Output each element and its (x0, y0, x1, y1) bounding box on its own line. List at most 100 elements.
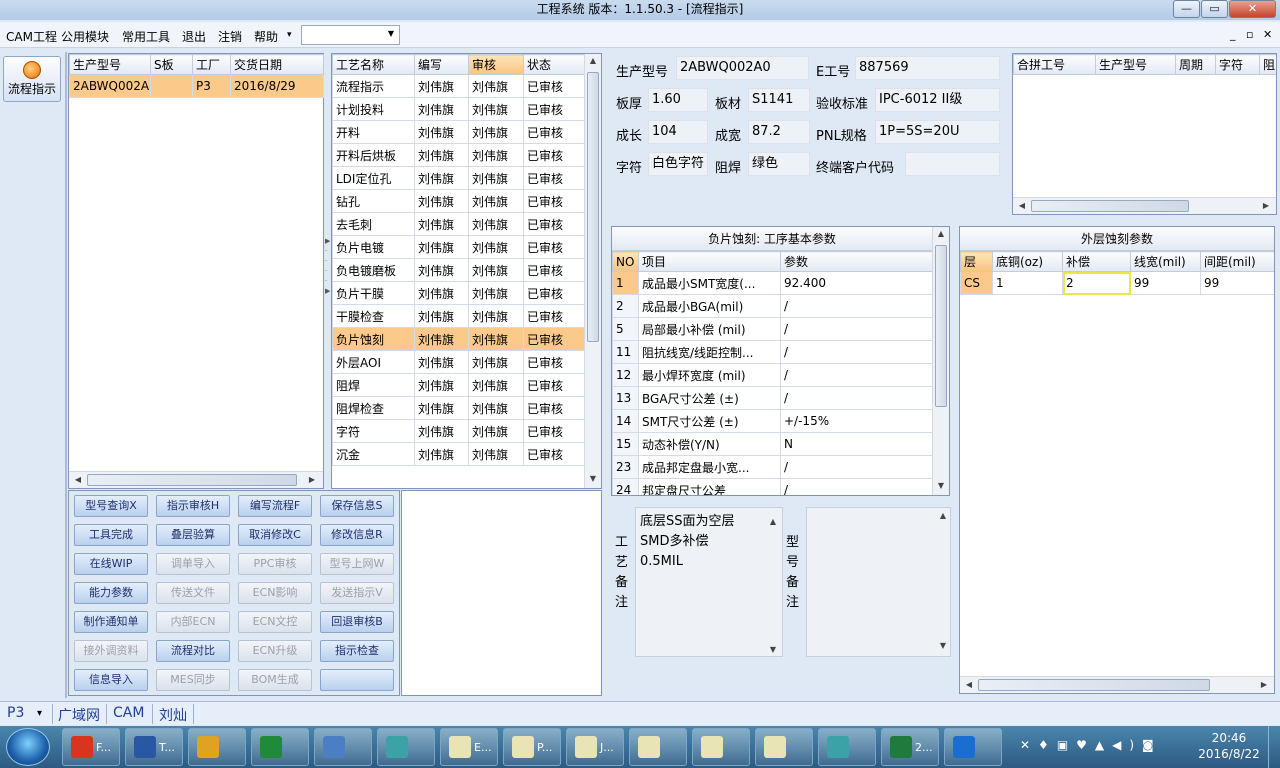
scroll-thumb[interactable] (978, 679, 1210, 691)
cell-writer[interactable]: 刘伟旗 (414, 281, 469, 305)
cell-item[interactable]: 成品邦定盘最小宽... (638, 455, 781, 479)
col-legend[interactable]: 字符 (1215, 54, 1260, 75)
cell-part-no[interactable]: 2ABWQ002A0 (69, 74, 151, 98)
cell-process-name[interactable]: 负片电镀 (332, 235, 415, 259)
cell-delivery-date[interactable]: 2016/8/29 (230, 74, 324, 98)
col-layer[interactable]: 层 (960, 251, 993, 272)
ecn-impact-button[interactable]: ECN影响 (238, 582, 312, 604)
tool-complete-button[interactable]: 工具完成 (74, 524, 148, 546)
col-reviewer[interactable]: 审核 (468, 54, 524, 75)
scroll-up-icon[interactable]: ▲ (936, 511, 950, 520)
col-item[interactable]: 项目 (638, 251, 781, 272)
table-row[interactable]: 负电镀磨板 刘伟旗 刘伟旗 已审核 (332, 258, 585, 282)
cell-writer[interactable]: 刘伟旗 (414, 189, 469, 213)
cell-reviewer[interactable]: 刘伟旗 (468, 396, 524, 420)
cell-status[interactable]: 已审核 (523, 212, 585, 236)
cell-no[interactable]: 12 (612, 363, 639, 387)
col-mask-cut[interactable]: 阻 (1259, 54, 1276, 75)
cell-no[interactable]: 11 (612, 340, 639, 364)
external-data-button[interactable]: 接外调资料 (74, 640, 148, 662)
taskbar-app[interactable]: J... (566, 728, 624, 766)
value-mask[interactable]: 绿色 (748, 152, 810, 176)
menu-common-module[interactable]: 公用模块 (61, 28, 109, 45)
cell-process-name[interactable]: 阻焊检查 (332, 396, 415, 420)
cell-item[interactable]: 成品最小BGA(mil) (638, 294, 781, 318)
taskbar-app[interactable] (692, 728, 750, 766)
table-row[interactable]: 负片蚀刻 刘伟旗 刘伟旗 已审核 (332, 327, 585, 351)
ecn-upgrade-button[interactable]: ECN升级 (238, 640, 312, 662)
stackup-check-button[interactable]: 叠层验算 (156, 524, 230, 546)
outer-etch-hscroll[interactable]: ◀ ▶ (960, 676, 1274, 693)
merge-grid-hscroll[interactable]: ◀ ▶ (1013, 197, 1276, 214)
show-desktop-button[interactable] (1268, 726, 1280, 768)
value-customer-code[interactable] (905, 152, 1000, 176)
taskbar-app[interactable] (251, 728, 309, 766)
scroll-right-icon[interactable]: ▶ (305, 475, 319, 484)
close-button[interactable]: ✕ (1229, 0, 1276, 18)
cell-process-name[interactable]: 负片干膜 (332, 281, 415, 305)
cell-writer[interactable]: 刘伟旗 (414, 212, 469, 236)
factory-dropdown-icon[interactable]: ▾ (37, 708, 42, 719)
menu-logout[interactable]: 注销 (218, 28, 242, 45)
make-notice-button[interactable]: 制作通知单 (74, 611, 148, 633)
cell-process-name[interactable]: 开料 (332, 120, 415, 144)
taskbar-app[interactable] (944, 728, 1002, 766)
cell-reviewer[interactable]: 刘伟旗 (468, 120, 524, 144)
cell-status[interactable]: 已审核 (523, 120, 585, 144)
status-factory[interactable]: P3 (7, 705, 24, 721)
cell-writer[interactable]: 刘伟旗 (414, 74, 469, 98)
tray-icons[interactable]: ✕♦▣♥▲◀)◙ (1020, 738, 1162, 752)
table-row[interactable]: 流程指示 刘伟旗 刘伟旗 已审核 (332, 74, 585, 98)
cell-writer[interactable]: 刘伟旗 (414, 327, 469, 351)
taskbar-app[interactable] (314, 728, 372, 766)
cell-process-name[interactable]: LDI定位孔 (332, 166, 415, 190)
cell-item[interactable]: 局部最小补偿 (mil) (638, 317, 781, 341)
scroll-thumb[interactable] (87, 474, 297, 486)
menu-common-tools[interactable]: 常用工具 (122, 28, 170, 45)
internal-ecn-button[interactable]: 内部ECN (156, 611, 230, 633)
table-row[interactable]: 5 局部最小补偿 (mil) / (612, 317, 933, 341)
cell-status[interactable]: 已审核 (523, 442, 585, 466)
flow-compare-button[interactable]: 流程对比 (156, 640, 230, 662)
col-merge-no[interactable]: 合拼工号 (1013, 54, 1096, 75)
cell-process-name[interactable]: 负片蚀刻 (332, 327, 415, 351)
cell-no[interactable]: 15 (612, 432, 639, 456)
value-e-no[interactable]: 887569 (855, 56, 1000, 80)
cell-status[interactable]: 已审核 (523, 97, 585, 121)
edit-info-button[interactable]: 修改信息R (320, 524, 394, 546)
cell-no[interactable]: 14 (612, 409, 639, 433)
cell-writer[interactable]: 刘伟旗 (414, 396, 469, 420)
scroll-left-icon[interactable]: ◀ (1015, 201, 1029, 210)
table-row[interactable]: 去毛刺 刘伟旗 刘伟旗 已审核 (332, 212, 585, 236)
cell-reviewer[interactable]: 刘伟旗 (468, 166, 524, 190)
value-thickness[interactable]: 1.60 (648, 88, 708, 112)
scroll-up-icon[interactable]: ▲ (766, 512, 780, 532)
cell-process-name[interactable]: 阻焊 (332, 373, 415, 397)
taskbar-app[interactable]: E... (440, 728, 498, 766)
value-length[interactable]: 104 (648, 120, 708, 144)
table-row[interactable]: 1 成品最小SMT宽度(... 92.400 (612, 271, 933, 295)
table-row[interactable]: 24 邦定盘尺寸公差 / (612, 478, 933, 495)
mdi-restore-button[interactable]: ▫ (1246, 28, 1253, 41)
col-param[interactable]: 参数 (780, 251, 933, 272)
rollback-review-button[interactable]: 回退审核B (320, 611, 394, 633)
process-remark-textarea[interactable]: 底层SS面为空层 SMD多补偿 0.5MIL ▲ ▼ (635, 507, 783, 657)
value-standard[interactable]: IPC-6012 II级 (875, 88, 1000, 112)
col-base-copper[interactable]: 底铜(oz) (992, 251, 1063, 272)
edit-flow-button[interactable]: 编写流程F (238, 495, 312, 517)
col-status[interactable]: 状态 (523, 54, 585, 75)
taskbar-app[interactable]: T... (125, 728, 183, 766)
cell-no[interactable]: 13 (612, 386, 639, 410)
cell-status[interactable]: 已审核 (523, 143, 585, 167)
table-row[interactable]: 23 成品邦定盘最小宽... / (612, 455, 933, 479)
value-pnl[interactable]: 1P=5S=20U (875, 120, 1000, 144)
cell-status[interactable]: 已审核 (523, 166, 585, 190)
col-factory[interactable]: 工厂 (192, 54, 231, 75)
col-no[interactable]: NO (612, 251, 639, 272)
cell-process-name[interactable]: 字符 (332, 419, 415, 443)
cell-writer[interactable]: 刘伟旗 (414, 258, 469, 282)
cell-reviewer[interactable]: 刘伟旗 (468, 97, 524, 121)
cell-process-name[interactable]: 外层AOI (332, 350, 415, 374)
taskbar-app[interactable] (629, 728, 687, 766)
scroll-thumb[interactable] (1031, 200, 1189, 212)
